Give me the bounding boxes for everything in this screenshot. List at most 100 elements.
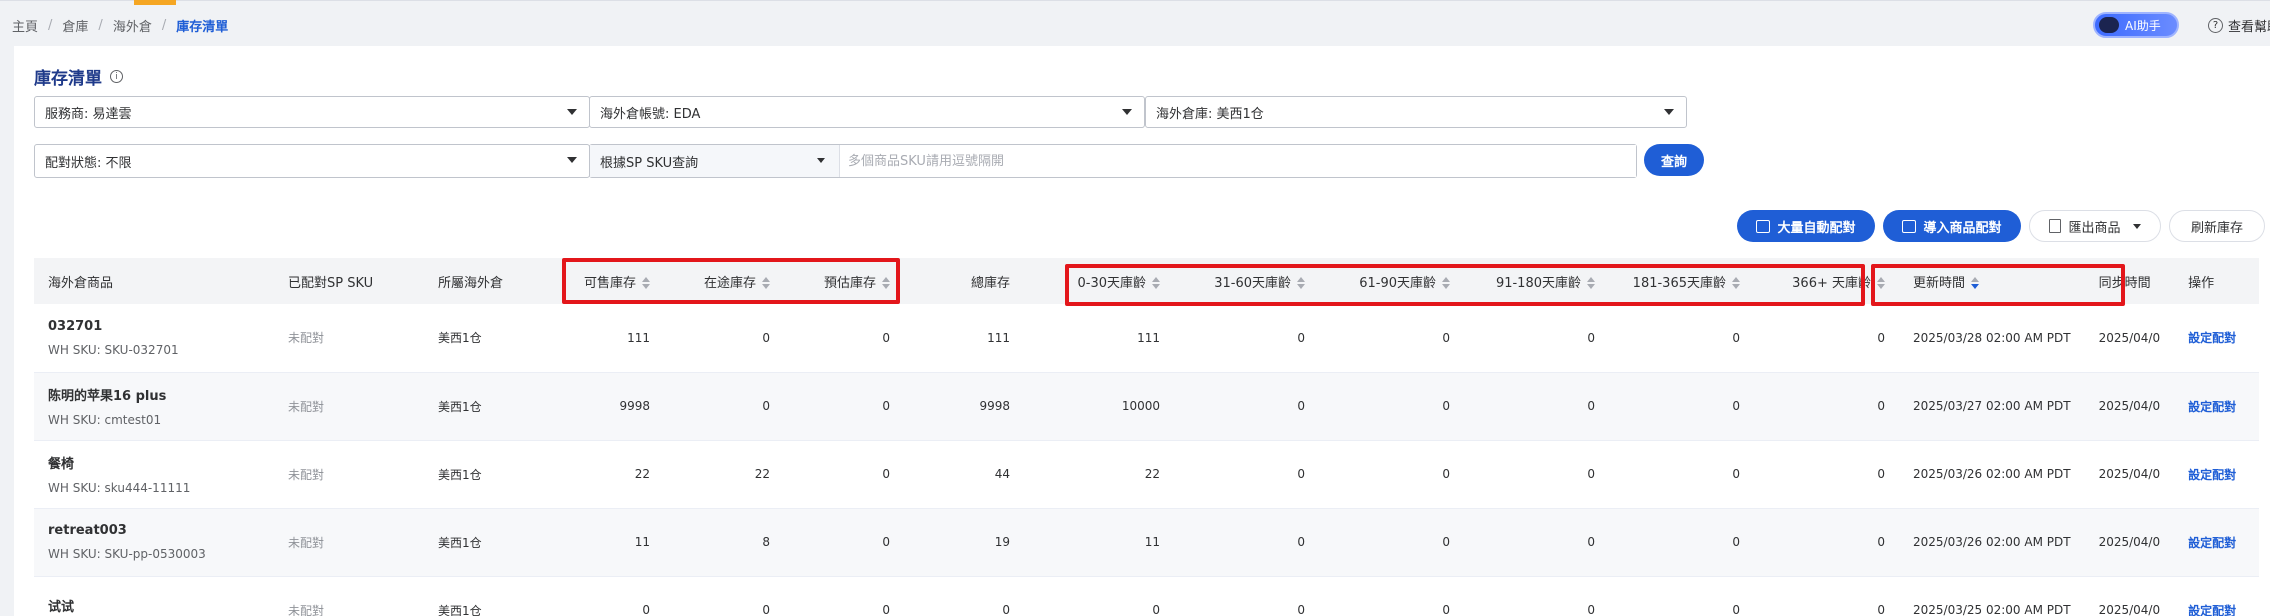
sort-icon[interactable] [882, 277, 890, 289]
sort-icon[interactable] [1297, 277, 1305, 289]
cell-sellable: 22 [554, 440, 664, 509]
sort-icon[interactable] [1442, 277, 1450, 289]
cell-forecast: 0 [784, 508, 904, 577]
sku-search-input[interactable] [840, 145, 1636, 177]
refresh-label: 刷新庫存 [2190, 220, 2243, 236]
inventory-table: 海外倉商品 已配對SP SKU 所屬海外倉 可售庫存 在途庫存 預估庫存 總庫存… [34, 258, 2260, 616]
cell-synced: 2025/04/0 [2084, 508, 2175, 577]
robot-icon [2099, 17, 2119, 33]
cell-a6: 0 [1754, 440, 1899, 509]
cell-updated: 2025/03/26 02:00 AM PDT [1899, 440, 2085, 509]
set-match-link[interactable]: 設定配對 [2174, 304, 2260, 373]
import-match-label: 導入商品配對 [1923, 220, 2002, 236]
ai-assistant-button[interactable]: AI助手 [2093, 12, 2179, 38]
cell-a4: 0 [1464, 508, 1609, 577]
export-products-button[interactable]: 匯出商品 [2029, 210, 2161, 242]
export-label: 匯出商品 [2068, 220, 2121, 236]
sort-icon[interactable] [642, 277, 650, 289]
cell-synced: 2025/04/0 [2084, 372, 2175, 441]
calendar-icon [1756, 219, 1771, 233]
cell-matched: 未配對 [274, 440, 424, 509]
breadcrumb-current: 庫存清單 [176, 20, 229, 35]
col-age-91-180[interactable]: 91-180天庫齡 [1464, 258, 1609, 304]
sort-desc-icon[interactable] [1971, 277, 1980, 289]
col-age-181-365[interactable]: 181-365天庫齡 [1609, 258, 1754, 304]
col-in-transit-label: 在途庫存 [703, 275, 756, 291]
warehouse-select[interactable]: 海外倉庫: 美西1仓 [1145, 96, 1687, 128]
product-wh-sku: WH SKU: SKU-pp-0530003 [48, 547, 206, 561]
cell-a4: 0 [1464, 440, 1609, 509]
col-age-366[interactable]: 366+ 天庫齡 [1754, 258, 1899, 304]
match-status-select[interactable]: 配對狀態: 不限 [34, 144, 590, 178]
col-age-31-60[interactable]: 31-60天庫齡 [1174, 258, 1319, 304]
cell-a3: 0 [1319, 440, 1464, 509]
sort-icon[interactable] [1732, 277, 1740, 289]
cell-matched: 未配對 [274, 372, 424, 441]
table-row: 餐椅 WH SKU: sku444-11111 未配對 美西1仓 22 22 0 44 22 0 0… [34, 440, 2260, 509]
account-value: 海外倉帳號: EDA [600, 106, 701, 122]
question-icon: ? [2208, 18, 2223, 33]
cell-sellable: 9998 [554, 372, 664, 441]
cell-forecast: 0 [784, 576, 904, 616]
cell-total: 9998 [904, 372, 1024, 441]
col-sellable[interactable]: 可售庫存 [554, 258, 664, 304]
col-operation: 操作 [2174, 258, 2260, 304]
provider-value: 服務商: 易達雲 [45, 106, 132, 122]
col-sellable-label: 可售庫存 [583, 275, 636, 291]
help-link[interactable]: ? 查看幫助 [2208, 16, 2270, 35]
col-in-transit[interactable]: 在途庫存 [664, 258, 784, 304]
breadcrumb: 主頁 / 倉庫 / 海外倉 / 庫存清單 [12, 16, 229, 35]
breadcrumb-overseas[interactable]: 海外倉 [113, 16, 152, 35]
sort-icon[interactable] [1152, 277, 1160, 289]
search-mode-select[interactable]: 根據SP SKU查詢 [590, 145, 840, 177]
cell-a6: 0 [1754, 304, 1899, 373]
table-row: retreat003 WH SKU: SKU-pp-0530003 未配對 美西1仓 1… [34, 508, 2260, 577]
breadcrumb-home[interactable]: 主頁 [12, 16, 38, 35]
account-select[interactable]: 海外倉帳號: EDA [589, 96, 1145, 128]
col-forecast-label: 預估庫存 [823, 275, 876, 291]
warehouse-value: 海外倉庫: 美西1仓 [1156, 106, 1264, 122]
cell-a5: 0 [1609, 576, 1754, 616]
set-match-link[interactable]: 設定配對 [2174, 372, 2260, 441]
cell-total: 0 [904, 576, 1024, 616]
query-button[interactable]: 查詢 [1644, 144, 1704, 176]
set-match-link[interactable]: 設定配對 [2174, 440, 2260, 509]
col-age-61-90[interactable]: 61-90天庫齡 [1319, 258, 1464, 304]
breadcrumb-warehouse[interactable]: 倉庫 [62, 16, 88, 35]
col-forecast[interactable]: 預估庫存 [784, 258, 904, 304]
set-match-link[interactable]: 設定配對 [2174, 576, 2260, 616]
cell-warehouse: 美西1仓 [424, 576, 554, 616]
provider-select[interactable]: 服務商: 易達雲 [34, 96, 590, 128]
table-row: 陈明的苹果16 plus WH SKU: cmtest01 未配對 美西1仓 9998 0… [34, 372, 2260, 441]
sort-icon[interactable] [1587, 277, 1595, 289]
col-matched-sku: 已配對SP SKU [274, 258, 424, 304]
set-match-link[interactable]: 設定配對 [2174, 508, 2260, 577]
cell-warehouse: 美西1仓 [424, 508, 554, 577]
cell-matched: 未配對 [274, 576, 424, 616]
match-status-value: 配對狀態: 不限 [45, 155, 132, 171]
cell-warehouse: 美西1仓 [424, 372, 554, 441]
cell-a6: 0 [1754, 508, 1899, 577]
cell-updated: 2025/03/27 02:00 AM PDT [1899, 372, 2085, 441]
cell-a4: 0 [1464, 304, 1609, 373]
cell-a3: 0 [1319, 304, 1464, 373]
sort-icon[interactable] [762, 277, 770, 289]
cell-a1: 22 [1024, 440, 1174, 509]
chevron-down-icon [1122, 109, 1132, 115]
cell-synced: 2025/04/0 [2084, 576, 2175, 616]
refresh-inventory-button[interactable]: 刷新庫存 [2169, 210, 2265, 242]
cell-in-transit: 8 [664, 508, 784, 577]
product-wh-sku: WH SKU: SKU-032701 [48, 342, 179, 357]
cell-a3: 0 [1319, 508, 1464, 577]
info-icon[interactable]: i [110, 70, 123, 83]
cell-forecast: 0 [784, 304, 904, 373]
import-match-button[interactable]: 導入商品配對 [1883, 210, 2021, 242]
col-updated-label: 更新時間 [1913, 275, 1966, 291]
bulk-auto-match-button[interactable]: 大量自動配對 [1737, 210, 1875, 242]
sort-icon[interactable] [1877, 277, 1885, 289]
cell-a1: 0 [1024, 576, 1174, 616]
col-updated[interactable]: 更新時間 [1899, 258, 2085, 304]
product-cell: 餐椅 WH SKU: sku444-11111 [34, 440, 274, 509]
page-title-text: 庫存清單 [34, 69, 102, 89]
col-age-0-30[interactable]: 0-30天庫齡 [1024, 258, 1174, 304]
